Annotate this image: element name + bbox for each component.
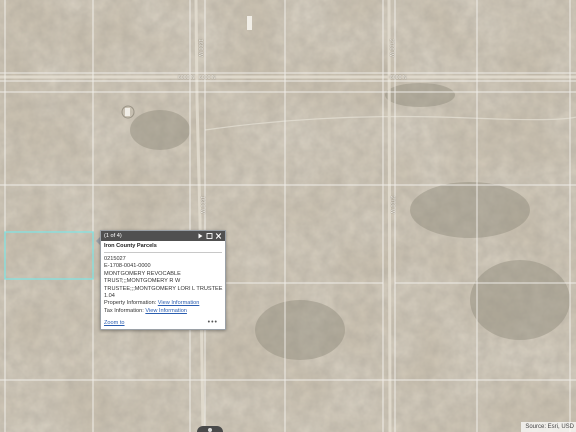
popup-body: Iron County Parcels 0215027 E-1708-0041-… bbox=[101, 241, 225, 315]
structure-marker bbox=[247, 16, 252, 30]
maximize-icon[interactable] bbox=[206, 232, 213, 240]
property-info-row: Property Information: View Information bbox=[104, 300, 222, 307]
road-label-6000n: 6000 N bbox=[199, 75, 216, 81]
parcel-serial: E-1708-0041-0000 bbox=[104, 263, 151, 270]
more-actions-icon[interactable]: ••• bbox=[208, 319, 218, 326]
owner-line: MONTGOMERY REVOCABLE bbox=[104, 270, 181, 277]
road-label-6000n: 6000 N bbox=[390, 75, 407, 81]
tax-info-label: Tax Information: bbox=[104, 307, 144, 314]
structure-marker bbox=[125, 108, 130, 116]
play-icon[interactable] bbox=[197, 232, 204, 240]
bottom-panel-handle[interactable] bbox=[197, 426, 223, 432]
owner-line: TRUST;;;MONTGOMERY R W bbox=[104, 278, 181, 285]
road-label-1600w: 1600 W bbox=[197, 39, 203, 57]
parcel-popup: (1 of 4) Iron County Parcels 0215027 E-1… bbox=[100, 230, 226, 330]
road-label-6000n: 6000 N bbox=[178, 75, 195, 81]
handle-dot-icon bbox=[208, 428, 212, 432]
road-label-2700w: 2700 W bbox=[389, 196, 395, 214]
aerial-imagery[interactable] bbox=[0, 0, 576, 432]
map-attribution: Source: Esri, USD bbox=[521, 422, 576, 432]
parcel-id: 0215027 bbox=[104, 256, 126, 262]
zoom-to-link[interactable]: Zoom to bbox=[104, 320, 125, 326]
tax-info-link[interactable]: View Information bbox=[145, 308, 187, 314]
close-icon[interactable] bbox=[215, 232, 222, 240]
parcel-acreage: 1.04 bbox=[104, 293, 115, 300]
tax-info-row: Tax Information: View Information bbox=[104, 308, 222, 315]
popup-feature-counter: (1 of 4) bbox=[104, 233, 122, 239]
owner-line: TRUSTEE;;;MONTGOMERY LORI L TRUSTEE bbox=[104, 285, 223, 292]
property-info-link[interactable]: View Information bbox=[158, 300, 200, 306]
road-label-1600w: 1600 W bbox=[199, 196, 205, 214]
popup-footer: Zoom to ••• bbox=[104, 319, 222, 327]
property-info-label: Property Information: bbox=[104, 300, 157, 307]
popup-title: Iron County Parcels bbox=[104, 243, 222, 253]
map-view[interactable]: 6000 N 6000 N 6000 N 1600 W 1600 W 2700 … bbox=[0, 0, 576, 432]
popup-header: (1 of 4) bbox=[101, 231, 225, 241]
road-label-2700w: 2700 W bbox=[388, 39, 394, 57]
